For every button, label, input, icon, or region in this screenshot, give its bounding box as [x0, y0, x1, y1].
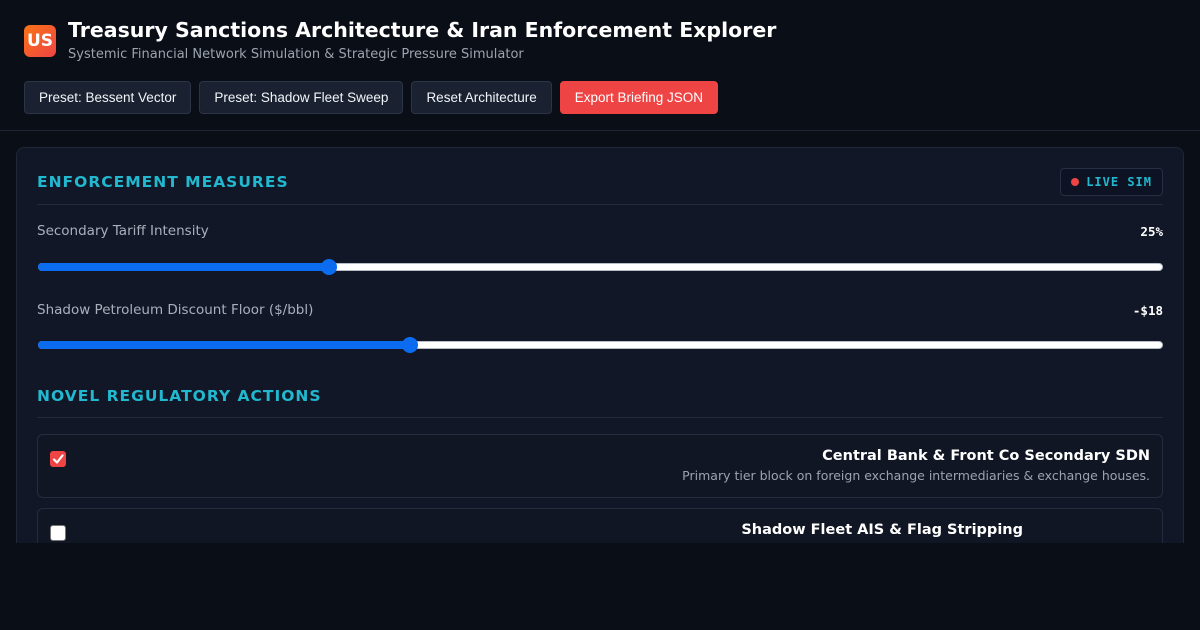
slider-thumb[interactable] — [320, 259, 337, 275]
central-bank-checkbox[interactable] — [50, 451, 66, 467]
tariff-intensity-label: Secondary Tariff Intensity — [37, 223, 209, 239]
discount-floor-slider[interactable] — [38, 337, 1163, 353]
preset-shadow-fleet-button[interactable]: Preset: Shadow Fleet Sweep — [199, 81, 404, 114]
enforcement-header: ENFORCEMENT MEASURES LIVE SIM — [37, 168, 1163, 205]
slider-fill — [38, 341, 409, 349]
slider-thumb[interactable] — [401, 337, 418, 353]
control-panel: ENFORCEMENT MEASURES LIVE SIM Secondary … — [16, 147, 1184, 543]
action-description: Primary tier block on foreign exchange i… — [682, 468, 1150, 483]
action-card-shadow-fleet[interactable]: Shadow Fleet AIS & Flag Stripping — [37, 508, 1163, 543]
live-sim-badge: LIVE SIM — [1060, 168, 1163, 196]
slider-fill — [38, 263, 328, 271]
regulatory-title: NOVEL REGULATORY ACTIONS — [37, 387, 322, 405]
preset-bessent-button[interactable]: Preset: Bessent Vector — [24, 81, 192, 114]
app-header: US Treasury Sanctions Architecture & Ira… — [0, 0, 1200, 131]
discount-floor-value: -$18 — [1132, 303, 1163, 318]
tariff-intensity-value: 25% — [1140, 224, 1163, 239]
live-dot-icon — [1071, 178, 1080, 186]
checkmark-icon — [52, 454, 64, 464]
action-title: Central Bank & Front Co Secondary SDN — [822, 448, 1150, 464]
action-card-central-bank[interactable]: Central Bank & Front Co Secondary SDN Pr… — [37, 434, 1163, 498]
regulatory-header: NOVEL REGULATORY ACTIONS — [37, 386, 1163, 418]
page-subtitle: Systemic Financial Network Simulation & … — [68, 47, 524, 62]
shadow-fleet-checkbox[interactable] — [50, 525, 66, 541]
tariff-intensity-slider[interactable] — [38, 259, 1163, 275]
us-logo: US — [24, 25, 56, 57]
reset-architecture-button[interactable]: Reset Architecture — [411, 81, 552, 114]
action-title: Shadow Fleet AIS & Flag Stripping — [741, 522, 1023, 538]
live-sim-label: LIVE SIM — [1086, 175, 1152, 189]
discount-floor-label: Shadow Petroleum Discount Floor ($/bbl) — [37, 302, 314, 318]
enforcement-title: ENFORCEMENT MEASURES — [37, 173, 289, 191]
export-briefing-button[interactable]: Export Briefing JSON — [559, 81, 719, 114]
toolbar: Preset: Bessent Vector Preset: Shadow Fl… — [24, 81, 719, 114]
page-title: Treasury Sanctions Architecture & Iran E… — [68, 18, 777, 42]
